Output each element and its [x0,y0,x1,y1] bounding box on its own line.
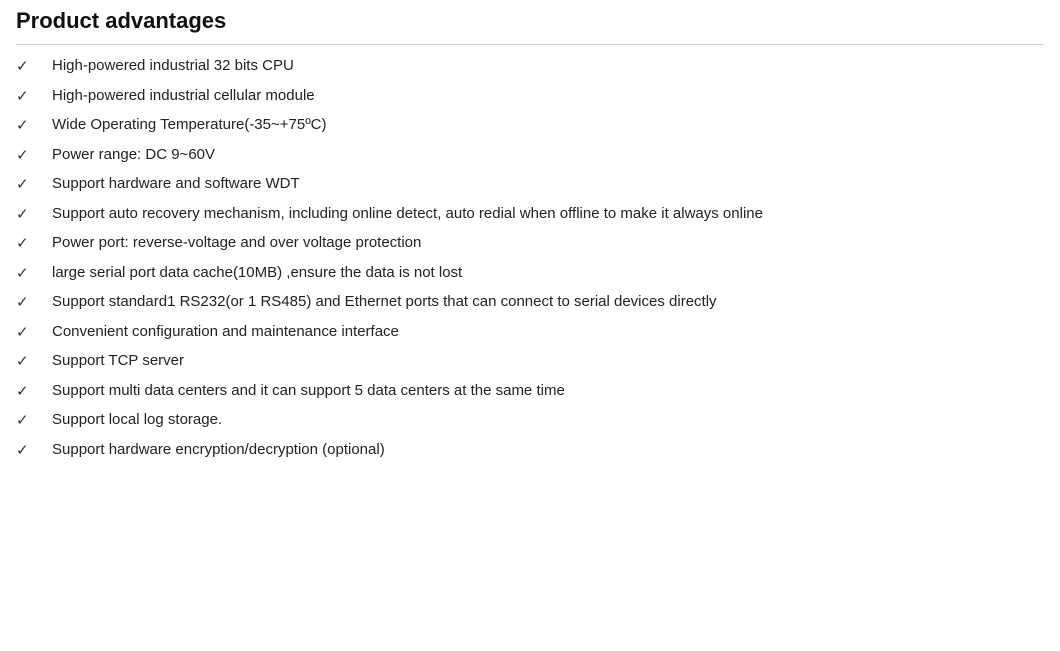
list-item: ✓ Support multi data centers and it can s… [16,380,1044,404]
list-item-text: Support standard1 RS232(or 1 RS485) and … [52,291,1044,314]
list-item-text: Support multi data centers and it can su… [52,380,1044,403]
list-item-text: Support hardware encryption/decryption (… [52,439,1044,462]
list-item: ✓ Support hardware and software WDT [16,173,1044,197]
checkmark-icon: ✓ [16,145,36,168]
checkmark-icon: ✓ [16,381,36,404]
list-item-text: Power port: reverse-voltage and over vol… [52,232,1044,255]
list-item: ✓ Support local log storage. [16,409,1044,433]
list-item-text: large serial port data cache(10MB) ,ensu… [52,262,1044,285]
list-item-text: Support local log storage. [52,409,1044,432]
list-item: ✓ Support auto recovery mechanism, includ… [16,203,1044,227]
list-item-text: Support auto recovery mechanism, includi… [52,203,1044,226]
list-item: ✓ Support TCP server [16,350,1044,374]
checkmark-icon: ✓ [16,292,36,315]
list-item: ✓ High-powered industrial 32 bits CPU [16,55,1044,79]
title-divider [16,44,1044,45]
list-item: ✓ large serial port data cache(10MB) ,ens… [16,262,1044,286]
checkmark-icon: ✓ [16,86,36,109]
list-item-text: Wide Operating Temperature(-35~+75ºC) [52,114,1044,137]
checkmark-icon: ✓ [16,322,36,345]
list-item-text: Support TCP server [52,350,1044,373]
list-item: ✓ High-powered industrial cellular module [16,85,1044,109]
list-item: ✓ Power range: DC 9~60V [16,144,1044,168]
list-item: ✓ Power port: reverse-voltage and over vo… [16,232,1044,256]
list-item: ✓ Convenient configuration and maintenanc… [16,321,1044,345]
checkmark-icon: ✓ [16,115,36,138]
checkmark-icon: ✓ [16,263,36,286]
list-item: ✓ Support standard1 RS232(or 1 RS485) and… [16,291,1044,315]
checkmark-icon: ✓ [16,351,36,374]
checkmark-icon: ✓ [16,410,36,433]
list-item-text: Convenient configuration and maintenance… [52,321,1044,344]
list-item-text: Power range: DC 9~60V [52,144,1044,167]
page-title: Product advantages [16,8,1044,34]
checkmark-icon: ✓ [16,204,36,227]
list-item-text: High-powered industrial cellular module [52,85,1044,108]
checkmark-icon: ✓ [16,233,36,256]
checkmark-icon: ✓ [16,440,36,463]
checkmark-icon: ✓ [16,56,36,79]
list-item: ✓ Wide Operating Temperature(-35~+75ºC) [16,114,1044,138]
list-item: ✓ Support hardware encryption/decryption … [16,439,1044,463]
checkmark-icon: ✓ [16,174,36,197]
list-item-text: Support hardware and software WDT [52,173,1044,196]
advantages-list: ✓ High-powered industrial 32 bits CPU ✓ Hig… [16,55,1044,462]
list-item-text: High-powered industrial 32 bits CPU [52,55,1044,78]
